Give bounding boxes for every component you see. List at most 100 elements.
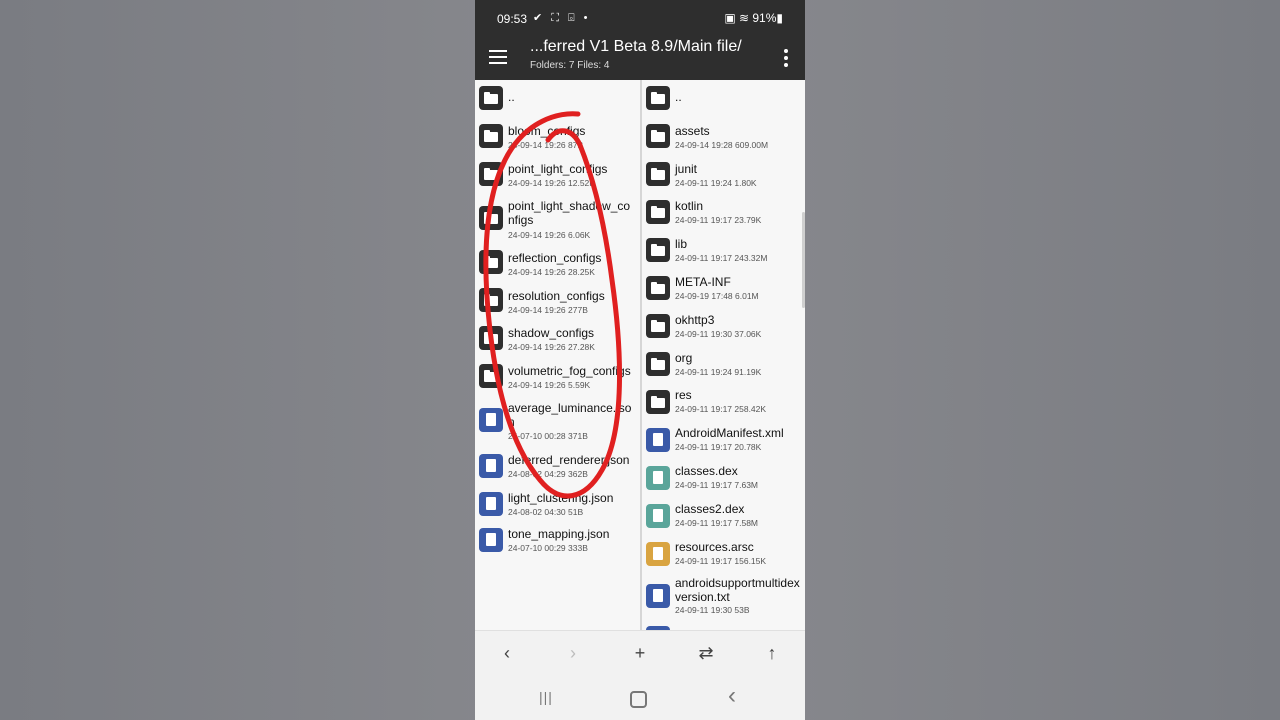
folder-icon	[479, 206, 503, 230]
list-item[interactable]: lib 24-09-11 19:17 243.32M	[642, 234, 805, 270]
system-nav-bar: ||| ‹	[475, 678, 805, 720]
layers-icon	[646, 542, 670, 566]
list-item[interactable]: ..	[475, 82, 640, 116]
recents-icon[interactable]: |||	[531, 689, 561, 705]
hamburger-menu-icon[interactable]	[489, 46, 511, 68]
item-name: kotlin	[675, 199, 704, 213]
item-meta: 24-09-11 19:17 7.63M	[675, 480, 759, 490]
item-name: tone_mapping.json	[508, 527, 610, 541]
item-name: bloom_configs	[508, 124, 586, 138]
list-item[interactable]: deferred_renderer.json 24-08-02 04:29 36…	[475, 450, 640, 486]
list-item[interactable]: classes2.dex 24-09-11 19:17 7.58M	[642, 500, 805, 536]
item-name: ..	[508, 90, 515, 104]
list-item[interactable]: classes.dex 24-09-11 19:17 7.63M	[642, 462, 805, 498]
folder-icon	[646, 162, 670, 186]
dex-file-icon	[646, 466, 670, 490]
app-bar: ...ferred V1 Beta 8.9/Main file/ Folders…	[475, 36, 805, 80]
scrollbar[interactable]	[802, 212, 805, 308]
item-name: META-INF	[675, 275, 731, 289]
list-item[interactable]: assets 24-09-14 19:28 609.00M	[642, 120, 805, 156]
list-item[interactable]: junit 24-09-11 19:24 1.80K	[642, 158, 805, 194]
folder-icon	[479, 86, 503, 110]
status-time: 09:53	[497, 12, 528, 26]
item-name: androidsupportmultidexversion.txt	[675, 576, 800, 604]
list-item[interactable]: org 24-09-11 19:24 91.19K	[642, 348, 805, 384]
folder-icon	[646, 276, 670, 300]
folder-icon	[479, 124, 503, 148]
item-meta: 24-09-11 19:24 1.80K	[675, 178, 757, 188]
back-arrow-icon[interactable]: ‹	[492, 643, 522, 664]
item-name: lib	[675, 237, 688, 251]
folder-icon	[646, 390, 670, 414]
right-file-pane[interactable]: .. assets 24-09-14 19:28 609.00M junit 2…	[642, 80, 805, 630]
item-name: average_luminance.json	[508, 401, 632, 429]
folder-icon	[479, 364, 503, 388]
list-item[interactable]: reflection_configs 24-09-14 19:26 28.25K	[475, 246, 640, 282]
list-item[interactable]: ..	[642, 82, 805, 116]
list-item[interactable]: point_light_shadow_configs 24-09-14 19:2…	[475, 196, 640, 244]
xml-file-icon	[646, 428, 670, 452]
item-name: resources.arsc	[675, 540, 754, 554]
folder-icon	[479, 288, 503, 312]
item-meta: 24-09-11 19:17 23.79K	[675, 215, 762, 225]
list-item[interactable]: resolution_configs 24-09-14 19:26 277B	[475, 284, 640, 320]
list-item[interactable]: point_light_configs 24-09-14 19:26 12.52…	[475, 158, 640, 194]
item-meta: 24-07-10 00:29 333B	[508, 543, 588, 553]
item-meta: 24-09-14 19:26 6.06K	[508, 230, 591, 240]
item-name: resolution_configs	[508, 289, 605, 303]
home-icon[interactable]	[630, 691, 647, 708]
list-item[interactable]: AndroidManifest.xml 24-09-11 19:17 20.78…	[642, 424, 805, 460]
list-item[interactable]: resources.arsc 24-09-11 19:17 156.15K	[642, 538, 805, 574]
item-meta: 24-09-11 19:17 20.78K	[675, 442, 762, 452]
list-item[interactable]: average_luminance.json 24-07-10 00:28 37…	[475, 398, 640, 448]
item-meta: 24-09-11 19:17 243.32M	[675, 253, 768, 263]
list-item[interactable]: okhttp3 24-09-11 19:30 37.06K	[642, 310, 805, 346]
list-item[interactable]: shadow_configs 24-09-14 19:26 27.28K	[475, 322, 640, 358]
swap-panes-icon[interactable]: ⇄	[691, 643, 721, 664]
item-name: reflection_configs	[508, 251, 602, 265]
item-name: deferred_renderer.json	[508, 453, 630, 467]
item-meta: 24-08-02 04:30 51B	[508, 507, 584, 517]
item-meta: 24-09-14 19:26 5.59K	[508, 380, 591, 390]
document-icon	[479, 408, 503, 432]
item-meta: 24-09-14 19:26 87B	[508, 140, 584, 150]
status-notification-icons: ✔ ⛶ ⌻ •	[533, 12, 591, 24]
list-item[interactable]: tone_mapping.json 24-07-10 00:29 333B	[475, 526, 640, 562]
item-name: assets	[675, 124, 710, 138]
folder-icon	[479, 326, 503, 350]
path-title: ...ferred V1 Beta 8.9/Main file/	[530, 38, 742, 55]
nav-back-icon[interactable]: ‹	[717, 682, 747, 710]
item-meta: 24-09-11 19:24 91.19K	[675, 367, 762, 377]
up-arrow-icon[interactable]: ↑	[757, 643, 787, 664]
list-item[interactable]: res 24-09-11 19:17 258.42K	[642, 386, 805, 422]
item-name: junit	[675, 162, 698, 176]
list-item[interactable]: kotlin 24-09-11 19:17 23.79K	[642, 196, 805, 232]
more-options-icon[interactable]	[783, 46, 789, 68]
status-bar: 09:53 ✔ ⛶ ⌻ • ▣ ≋ 91%▮	[475, 0, 805, 36]
item-meta: 24-09-11 19:17 156.15K	[675, 556, 767, 566]
item-name: volumetric_fog_configs	[508, 364, 631, 378]
list-item[interactable]: META-INF 24-09-19 17:48 6.01M	[642, 272, 805, 308]
item-name: okhttp3	[675, 313, 715, 327]
folder-icon	[646, 352, 670, 376]
item-name: light_clustering.json	[508, 491, 614, 505]
item-meta: 24-09-11 19:30 53B	[675, 605, 750, 615]
item-meta: 24-07-10 00:28 371B	[508, 431, 588, 441]
folder-icon	[646, 124, 670, 148]
left-file-pane[interactable]: .. bloom_configs 24-09-14 19:26 87B poin…	[475, 80, 640, 630]
item-meta: 24-09-14 19:26 28.25K	[508, 267, 595, 277]
item-meta: 24-09-19 17:48 6.01M	[675, 291, 759, 301]
item-name: point_light_shadow_configs	[508, 199, 631, 227]
document-icon	[479, 492, 503, 516]
forward-arrow-icon[interactable]: ›	[558, 643, 588, 664]
list-item[interactable]: light_clustering.json 24-08-02 04:30 51B	[475, 488, 640, 524]
list-item[interactable]: volumetric_fog_configs 24-09-14 19:26 5.…	[475, 360, 640, 396]
add-icon[interactable]: +	[625, 643, 655, 664]
item-meta: 24-09-11 19:30 37.06K	[675, 329, 762, 339]
item-meta: 24-09-14 19:28 609.00M	[675, 140, 769, 150]
list-item[interactable]: androidsupportmultidexversion.txt 24-09-…	[642, 576, 805, 624]
list-item[interactable]: bloom_configs 24-09-14 19:26 87B	[475, 120, 640, 156]
dex-file-icon	[646, 504, 670, 528]
item-name: point_light_configs	[508, 162, 608, 176]
folder-icon	[646, 238, 670, 262]
